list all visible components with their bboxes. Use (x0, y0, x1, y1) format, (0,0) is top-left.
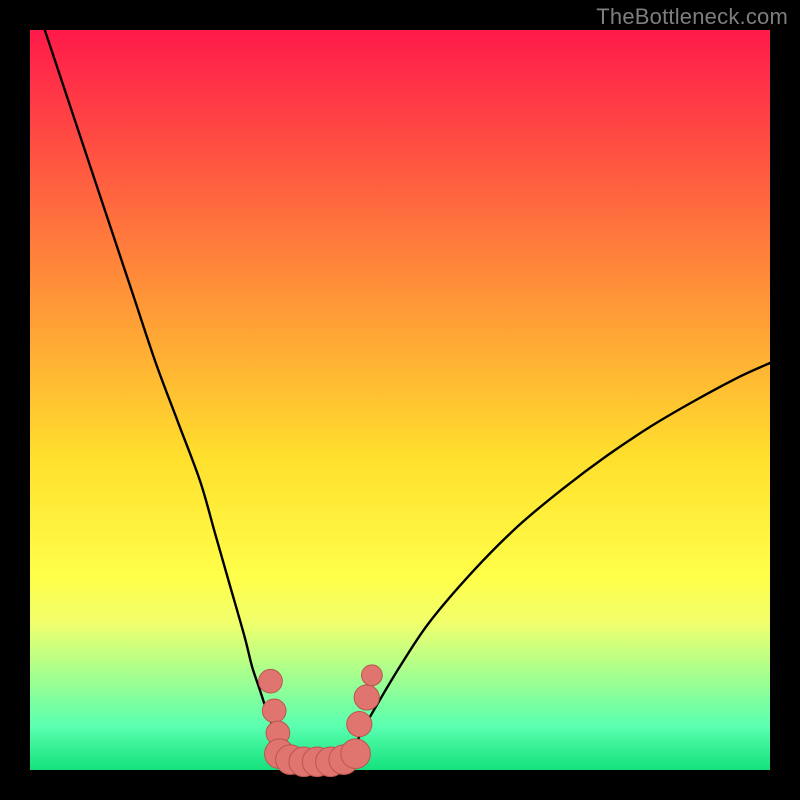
data-marker (362, 665, 383, 686)
data-marker (341, 739, 371, 769)
data-marker (259, 669, 283, 693)
chart-frame: TheBottleneck.com (0, 0, 800, 800)
plot-area (30, 30, 770, 770)
series-left-curve (45, 30, 297, 763)
watermark-label: TheBottleneck.com (596, 4, 788, 30)
data-marker (354, 685, 379, 710)
data-marker (262, 699, 286, 723)
series-right-curve (341, 363, 770, 763)
data-marker (347, 712, 372, 737)
curve-layer (30, 30, 770, 770)
